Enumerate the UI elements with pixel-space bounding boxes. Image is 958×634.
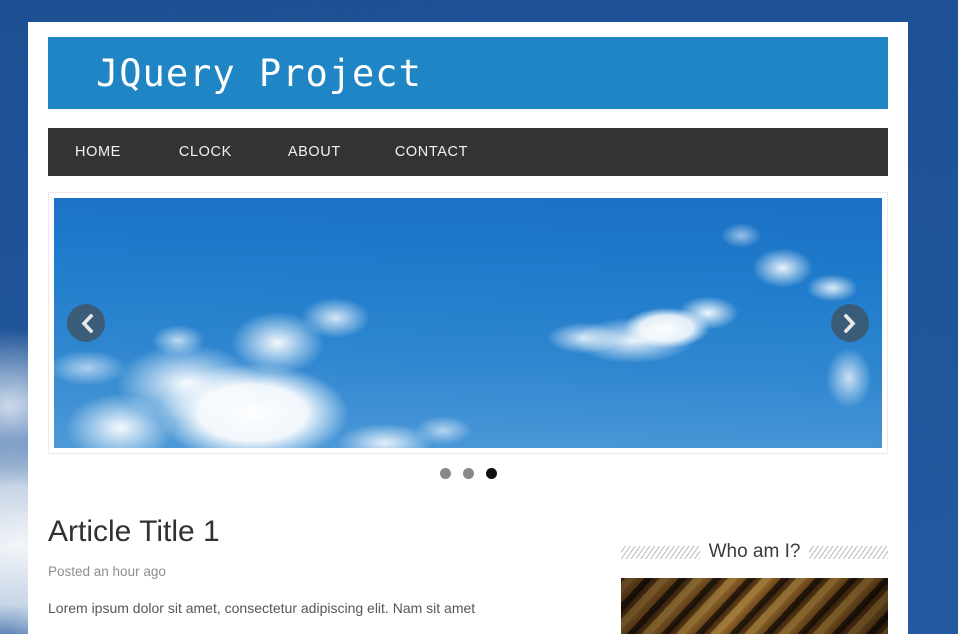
carousel-viewport (54, 198, 882, 448)
carousel-dot-2[interactable] (462, 467, 474, 479)
main-navigation: HOME CLOCK ABOUT CONTACT (48, 128, 888, 176)
sidebar-widget-title: Who am I? (621, 541, 888, 563)
carousel-pagination (28, 464, 908, 482)
carousel (48, 192, 888, 454)
article-column: Article Title 1 Posted an hour ago Lorem… (48, 500, 593, 634)
carousel-dot-1[interactable] (439, 467, 451, 479)
sidebar: Who am I? (621, 500, 888, 634)
article-title: Article Title 1 (48, 515, 220, 548)
chevron-right-icon (843, 313, 855, 333)
article-body: Lorem ipsum dolor sit amet, consectetur … (48, 600, 476, 616)
page-container: JQuery Project HOME CLOCK ABOUT CONTACT (28, 22, 908, 634)
carousel-prev-button[interactable] (67, 304, 105, 342)
carousel-slide-image (54, 198, 882, 448)
nav-item-contact[interactable]: CONTACT (395, 144, 468, 160)
sidebar-widget-title-text: Who am I? (708, 541, 801, 562)
hatch-rule-left-icon (621, 545, 700, 559)
chevron-left-icon (81, 313, 93, 333)
nav-item-home[interactable]: HOME (75, 144, 121, 160)
carousel-next-button[interactable] (831, 304, 869, 342)
page-title: JQuery Project (96, 51, 422, 95)
hatch-rule-right-icon (809, 545, 888, 559)
article-meta: Posted an hour ago (48, 564, 166, 579)
sidebar-photo (621, 577, 888, 634)
site-header: JQuery Project (48, 37, 888, 109)
nav-item-clock[interactable]: CLOCK (179, 144, 232, 160)
nav-item-about[interactable]: ABOUT (288, 144, 341, 160)
carousel-dot-3[interactable] (485, 467, 497, 479)
content-area: Article Title 1 Posted an hour ago Lorem… (48, 500, 888, 634)
